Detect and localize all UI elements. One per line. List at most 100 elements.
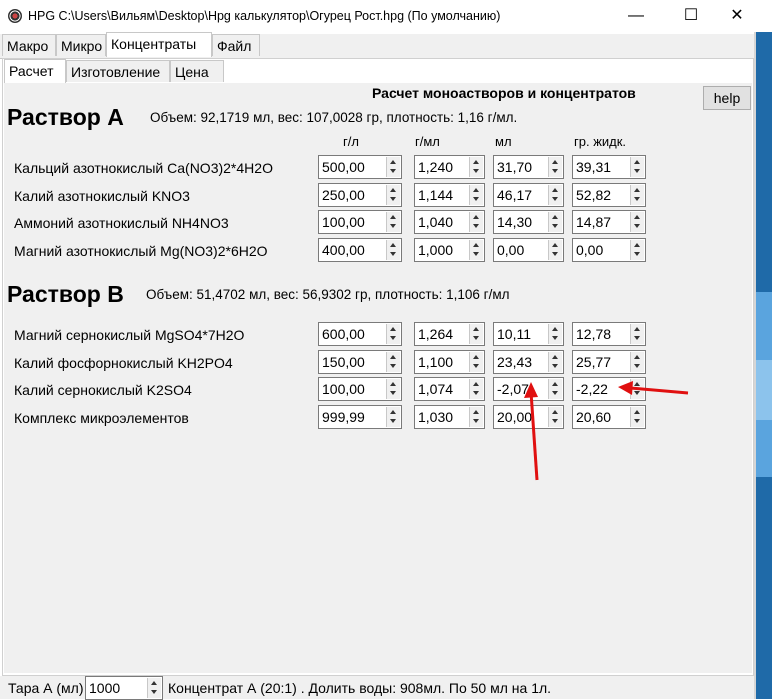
spin-up-icon[interactable] xyxy=(634,160,640,164)
spin-stepper[interactable] xyxy=(630,352,644,372)
spin-down-icon[interactable] xyxy=(552,197,558,201)
spin-up-icon[interactable] xyxy=(552,355,558,359)
spin-ml-b0[interactable]: 10,11 xyxy=(493,322,564,346)
tara-stepper[interactable] xyxy=(147,678,161,698)
subtab-price[interactable]: Цена xyxy=(170,60,224,82)
tab-file[interactable]: Файл xyxy=(212,34,260,56)
spin-up-icon[interactable] xyxy=(634,215,640,219)
spin-down-icon[interactable] xyxy=(473,419,479,423)
spin-gr-b3[interactable]: 20,60 xyxy=(572,405,646,429)
spin-gr-a3[interactable]: 0,00 xyxy=(572,238,646,262)
spin-up-icon[interactable] xyxy=(390,243,396,247)
spin-stepper[interactable] xyxy=(548,240,562,260)
subtab-calc[interactable]: Расчет xyxy=(4,59,66,83)
spin-gml-b1[interactable]: 1,100 xyxy=(414,350,485,374)
spin-down-icon[interactable] xyxy=(390,197,396,201)
spin-gl-b2[interactable]: 100,00 xyxy=(318,377,402,401)
spin-down-icon[interactable] xyxy=(473,391,479,395)
spin-stepper[interactable] xyxy=(469,185,483,205)
spin-down-icon[interactable] xyxy=(552,336,558,340)
spin-gml-a2[interactable]: 1,040 xyxy=(414,210,485,234)
spin-gml-a0[interactable]: 1,240 xyxy=(414,155,485,179)
spin-down-icon[interactable] xyxy=(473,169,479,173)
spin-up-icon[interactable] xyxy=(390,188,396,192)
maximize-button[interactable]: ☐ xyxy=(668,0,714,32)
spin-up-icon[interactable] xyxy=(390,327,396,331)
spin-up-icon[interactable] xyxy=(634,243,640,247)
close-button[interactable]: ✕ xyxy=(714,0,760,32)
spin-gl-b0[interactable]: 600,00 xyxy=(318,322,402,346)
spin-down-icon[interactable] xyxy=(390,391,396,395)
spin-down-icon[interactable] xyxy=(151,690,157,694)
spin-stepper[interactable] xyxy=(548,157,562,177)
spin-stepper[interactable] xyxy=(386,212,400,232)
spin-ml-a3[interactable]: 0,00 xyxy=(493,238,564,262)
spin-stepper[interactable] xyxy=(548,407,562,427)
spin-stepper[interactable] xyxy=(469,212,483,232)
spin-stepper[interactable] xyxy=(630,212,644,232)
spin-stepper[interactable] xyxy=(630,407,644,427)
spin-up-icon[interactable] xyxy=(390,160,396,164)
minimize-button[interactable]: — xyxy=(613,0,659,32)
spin-stepper[interactable] xyxy=(548,352,562,372)
spin-stepper[interactable] xyxy=(630,324,644,344)
spin-gml-b2[interactable]: 1,074 xyxy=(414,377,485,401)
tab-concentrates[interactable]: Концентраты xyxy=(106,32,212,57)
spin-up-icon[interactable] xyxy=(390,215,396,219)
help-button[interactable]: help xyxy=(703,86,751,110)
spin-gml-b0[interactable]: 1,264 xyxy=(414,322,485,346)
spin-down-icon[interactable] xyxy=(634,364,640,368)
spin-up-icon[interactable] xyxy=(552,243,558,247)
spin-stepper[interactable] xyxy=(386,379,400,399)
spin-down-icon[interactable] xyxy=(390,364,396,368)
spin-up-icon[interactable] xyxy=(552,215,558,219)
spin-stepper[interactable] xyxy=(469,324,483,344)
spin-up-icon[interactable] xyxy=(552,410,558,414)
spin-stepper[interactable] xyxy=(469,157,483,177)
spin-up-icon[interactable] xyxy=(552,160,558,164)
spin-gml-b3[interactable]: 1,030 xyxy=(414,405,485,429)
spin-stepper[interactable] xyxy=(469,407,483,427)
spin-down-icon[interactable] xyxy=(552,169,558,173)
spin-up-icon[interactable] xyxy=(473,188,479,192)
spin-down-icon[interactable] xyxy=(552,224,558,228)
spin-down-icon[interactable] xyxy=(390,336,396,340)
spin-down-icon[interactable] xyxy=(552,252,558,256)
spin-gl-b3[interactable]: 999,99 xyxy=(318,405,402,429)
spin-ml-a2[interactable]: 14,30 xyxy=(493,210,564,234)
spin-gl-b1[interactable]: 150,00 xyxy=(318,350,402,374)
spin-up-icon[interactable] xyxy=(390,355,396,359)
spin-gml-a1[interactable]: 1,144 xyxy=(414,183,485,207)
spin-up-icon[interactable] xyxy=(552,188,558,192)
spin-stepper[interactable] xyxy=(386,407,400,427)
spin-down-icon[interactable] xyxy=(552,391,558,395)
spin-up-icon[interactable] xyxy=(552,327,558,331)
spin-up-icon[interactable] xyxy=(634,410,640,414)
spin-down-icon[interactable] xyxy=(390,419,396,423)
subtab-production[interactable]: Изготовление xyxy=(66,60,170,82)
spin-stepper[interactable] xyxy=(548,185,562,205)
spin-down-icon[interactable] xyxy=(634,419,640,423)
tab-mikro[interactable]: Микро xyxy=(56,34,106,56)
spin-up-icon[interactable] xyxy=(151,681,157,685)
spin-up-icon[interactable] xyxy=(473,382,479,386)
tara-input[interactable]: 1000 xyxy=(85,676,163,700)
spin-down-icon[interactable] xyxy=(634,336,640,340)
spin-up-icon[interactable] xyxy=(473,215,479,219)
spin-gr-b1[interactable]: 25,77 xyxy=(572,350,646,374)
spin-down-icon[interactable] xyxy=(634,252,640,256)
spin-gr-a1[interactable]: 52,82 xyxy=(572,183,646,207)
spin-stepper[interactable] xyxy=(469,352,483,372)
spin-up-icon[interactable] xyxy=(390,382,396,386)
spin-down-icon[interactable] xyxy=(473,197,479,201)
spin-ml-b1[interactable]: 23,43 xyxy=(493,350,564,374)
spin-up-icon[interactable] xyxy=(473,160,479,164)
spin-stepper[interactable] xyxy=(548,212,562,232)
spin-up-icon[interactable] xyxy=(473,355,479,359)
spin-stepper[interactable] xyxy=(386,240,400,260)
spin-stepper[interactable] xyxy=(630,185,644,205)
spin-gl-a0[interactable]: 500,00 xyxy=(318,155,402,179)
spin-stepper[interactable] xyxy=(469,240,483,260)
spin-gl-a3[interactable]: 400,00 xyxy=(318,238,402,262)
spin-stepper[interactable] xyxy=(630,240,644,260)
